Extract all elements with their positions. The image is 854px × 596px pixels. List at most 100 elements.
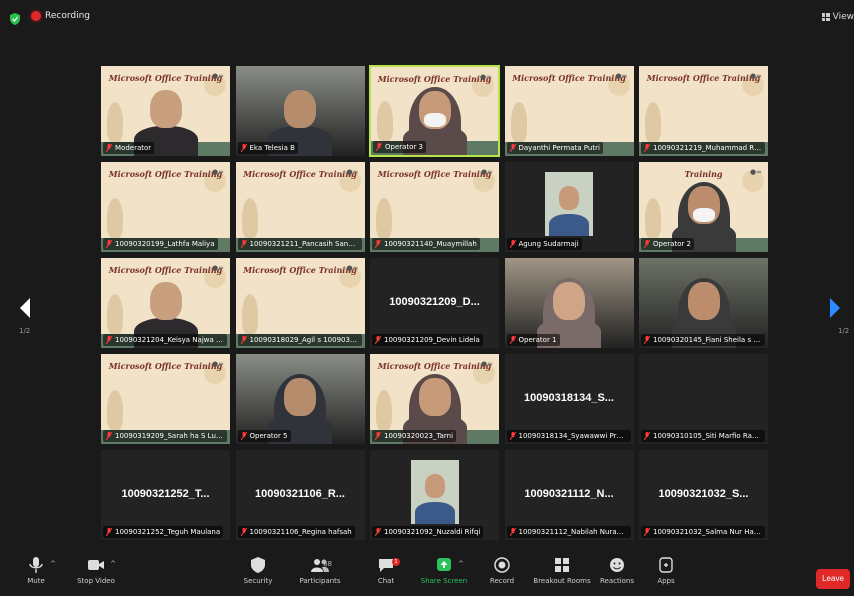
participant-name: Operator 2 — [653, 240, 692, 248]
view-label: View — [832, 12, 854, 22]
participant-name: 10090320023_Tarni — [384, 432, 454, 440]
participant-tile[interactable]: Operator 1 — [503, 257, 635, 349]
record-button[interactable]: Record — [470, 556, 534, 585]
participant-tile[interactable]: 10090321112_N... 10090321112_Nabilah Nura… — [503, 449, 635, 541]
wifi-icon: ●≈ — [346, 264, 359, 272]
participant-tile[interactable]: Operator 5 — [234, 353, 366, 445]
wifi-icon: ●≈ — [212, 168, 224, 176]
profile-picture — [410, 460, 459, 524]
muted-mic-icon — [509, 336, 516, 344]
participant-display-name: 10090321106_R... — [255, 488, 345, 500]
participant-name: 10090321204_Keisya Najwa Ar... — [115, 336, 227, 344]
next-page-icon[interactable] — [824, 290, 846, 330]
security-button[interactable]: Security — [226, 556, 290, 585]
participant-tile[interactable]: 10090310105_Siti Marfio Rah... — [638, 353, 769, 445]
muted-mic-icon — [375, 240, 381, 248]
muted-mic-icon — [644, 432, 650, 440]
muted-mic-icon — [509, 528, 516, 536]
participant-tile[interactable]: Microsoft Office Training ●≈ 10090321219_M… — [638, 65, 769, 157]
participant-name: 10090321032_Salma Nur Hali... — [653, 528, 765, 536]
participant-name: Eka Telesia B — [249, 144, 295, 152]
participant-tile[interactable]: 10090321209_D... 10090321209_Devin Lidela — [369, 257, 500, 349]
participant-name-label: 10090321204_Keisya Najwa Ar... — [103, 334, 227, 346]
participant-tile[interactable]: Training ●≈ Operator 2 — [638, 161, 769, 253]
slide-title: Microsoft Office Training — [108, 169, 223, 179]
participant-name-label: 10090321252_Teguh Maulana — [103, 526, 224, 538]
participant-name: 10090321106_Regina hafsah — [249, 528, 352, 536]
participant-tile[interactable]: Microsoft Office Training ●≈ 10090319209_S… — [100, 353, 231, 445]
participant-tile[interactable]: Agung Sudarmaji — [503, 161, 635, 253]
chevron-up-icon[interactable]: ^ — [110, 560, 116, 568]
page-indicator-left: 1/2 — [19, 327, 31, 335]
participant-tile[interactable]: Microsoft Office Training ●≈ Dayanthi Perm… — [503, 65, 635, 157]
shield-icon — [251, 557, 265, 573]
participant-tile[interactable]: 10090321092_Nuzaldi Rifqi — [369, 449, 500, 541]
participant-name-label: 10090320145_Fiani Sheila s T... — [641, 334, 765, 346]
participant-name: Dayanthi Permata Putri — [518, 144, 600, 152]
participants-label: Participants — [299, 577, 341, 585]
profile-picture — [545, 172, 593, 236]
participant-name: 10090321092_Nuzaldi Rifqi — [384, 528, 481, 536]
apps-button[interactable]: Apps — [634, 556, 698, 585]
wifi-icon: ●≈ — [346, 168, 359, 176]
participant-tile[interactable]: 10090321032_S... 10090321032_Salma Nur Ha… — [638, 449, 769, 541]
participant-name-label: 10090321112_Nabilah Nurami... — [506, 526, 631, 538]
participant-display-name: 10090318134_S... — [524, 392, 614, 404]
participant-name-label: Operator 5 — [237, 430, 291, 442]
recording-label: Recording — [45, 11, 91, 21]
muted-mic-icon — [644, 144, 650, 152]
muted-mic-icon — [106, 144, 112, 152]
participant-name-label: 10090310105_Siti Marfio Rah... — [641, 430, 765, 442]
participant-name: Agung Sudarmaji — [518, 240, 579, 248]
participant-name-label: 10090321209_Devin Lidela — [372, 334, 483, 346]
muted-mic-icon — [644, 528, 650, 536]
participant-tile[interactable]: 10090318134_S... 10090318134_Syawawwi Pra… — [503, 353, 635, 445]
participant-tile[interactable]: Microsoft Office Training ●≈ 10090318029_A… — [234, 257, 366, 349]
participant-display-name: 10090321209_D... — [389, 296, 480, 308]
participant-name: 10090318029_Agil s 10090319... — [249, 336, 362, 344]
recording-indicator[interactable]: Recording — [31, 11, 90, 21]
share-screen-button[interactable]: ^ Share Screen — [412, 556, 476, 585]
participant-name: 10090321112_Nabilah Nurami... — [518, 528, 631, 536]
record-label: Record — [489, 577, 515, 585]
chat-badge: 1 — [392, 558, 400, 566]
participant-display-name: 10090321032_S... — [658, 488, 749, 500]
participant-tile[interactable]: Microsoft Office Training ●≈ Moderator — [100, 65, 231, 157]
encryption-shield-icon[interactable] — [9, 13, 21, 25]
chevron-up-icon[interactable]: ^ — [458, 560, 464, 568]
participant-name: 10090310105_Siti Marfio Rah... — [653, 432, 764, 440]
chat-button[interactable]: 1 Chat — [354, 556, 418, 585]
participant-tile[interactable]: Microsoft Office Training ●≈ 10090320023_T… — [369, 353, 500, 445]
participant-tile[interactable]: Eka Telesia B — [234, 65, 366, 157]
participant-name-label: 10090321211_Pancasih Sandar... — [237, 238, 362, 250]
participant-tile[interactable]: Microsoft Office Training ●≈ 10090321211_P… — [234, 161, 366, 253]
muted-mic-icon — [240, 144, 247, 152]
chevron-up-icon[interactable]: ^ — [50, 560, 56, 568]
grid-view-icon — [821, 13, 830, 21]
previous-page-icon[interactable] — [14, 290, 36, 330]
microphone-icon — [29, 557, 43, 573]
participant-tile[interactable]: Microsoft Office Training ●≈ 10090321140_M… — [369, 161, 500, 253]
mute-button[interactable]: ^ Mute — [4, 556, 68, 585]
muted-mic-icon — [240, 432, 247, 440]
leave-button[interactable]: Leave — [816, 569, 850, 589]
participant-tile[interactable]: Microsoft Office Training ●≈ 10090320199_L… — [100, 161, 231, 253]
participant-name-label: 10090318029_Agil s 10090319... — [237, 334, 362, 346]
muted-mic-icon — [240, 528, 247, 536]
view-button[interactable]: View — [821, 12, 854, 22]
muted-mic-icon — [375, 432, 381, 440]
stop-video-button[interactable]: ^ Stop Video — [64, 556, 128, 585]
participants-button[interactable]: 68 Participants — [288, 556, 352, 585]
slide-title: Microsoft Office Training — [243, 169, 357, 179]
chat-label: Chat — [377, 577, 395, 585]
participant-name: 10090320199_Lathfa Maliya — [115, 240, 215, 248]
participant-tile[interactable]: 10090321106_R... 10090321106_Regina hafsa… — [234, 449, 366, 541]
participant-tile[interactable]: Microsoft Office Training ●≈ Operator 3 — [369, 65, 500, 157]
participant-name: Operator 3 — [385, 143, 424, 151]
participant-tile[interactable]: 10090321252_T... 10090321252_Teguh Maulan… — [100, 449, 231, 541]
participant-tile[interactable]: Microsoft Office Training ●≈ 10090321204_K… — [100, 257, 231, 349]
participant-name: 10090321211_Pancasih Sandar... — [249, 240, 362, 248]
participant-tile[interactable]: 10090320145_Fiani Sheila s T... — [638, 257, 769, 349]
participant-name: 10090321219_Muhammad Riz... — [653, 144, 765, 152]
participant-name: 10090321252_Teguh Maulana — [115, 528, 221, 536]
